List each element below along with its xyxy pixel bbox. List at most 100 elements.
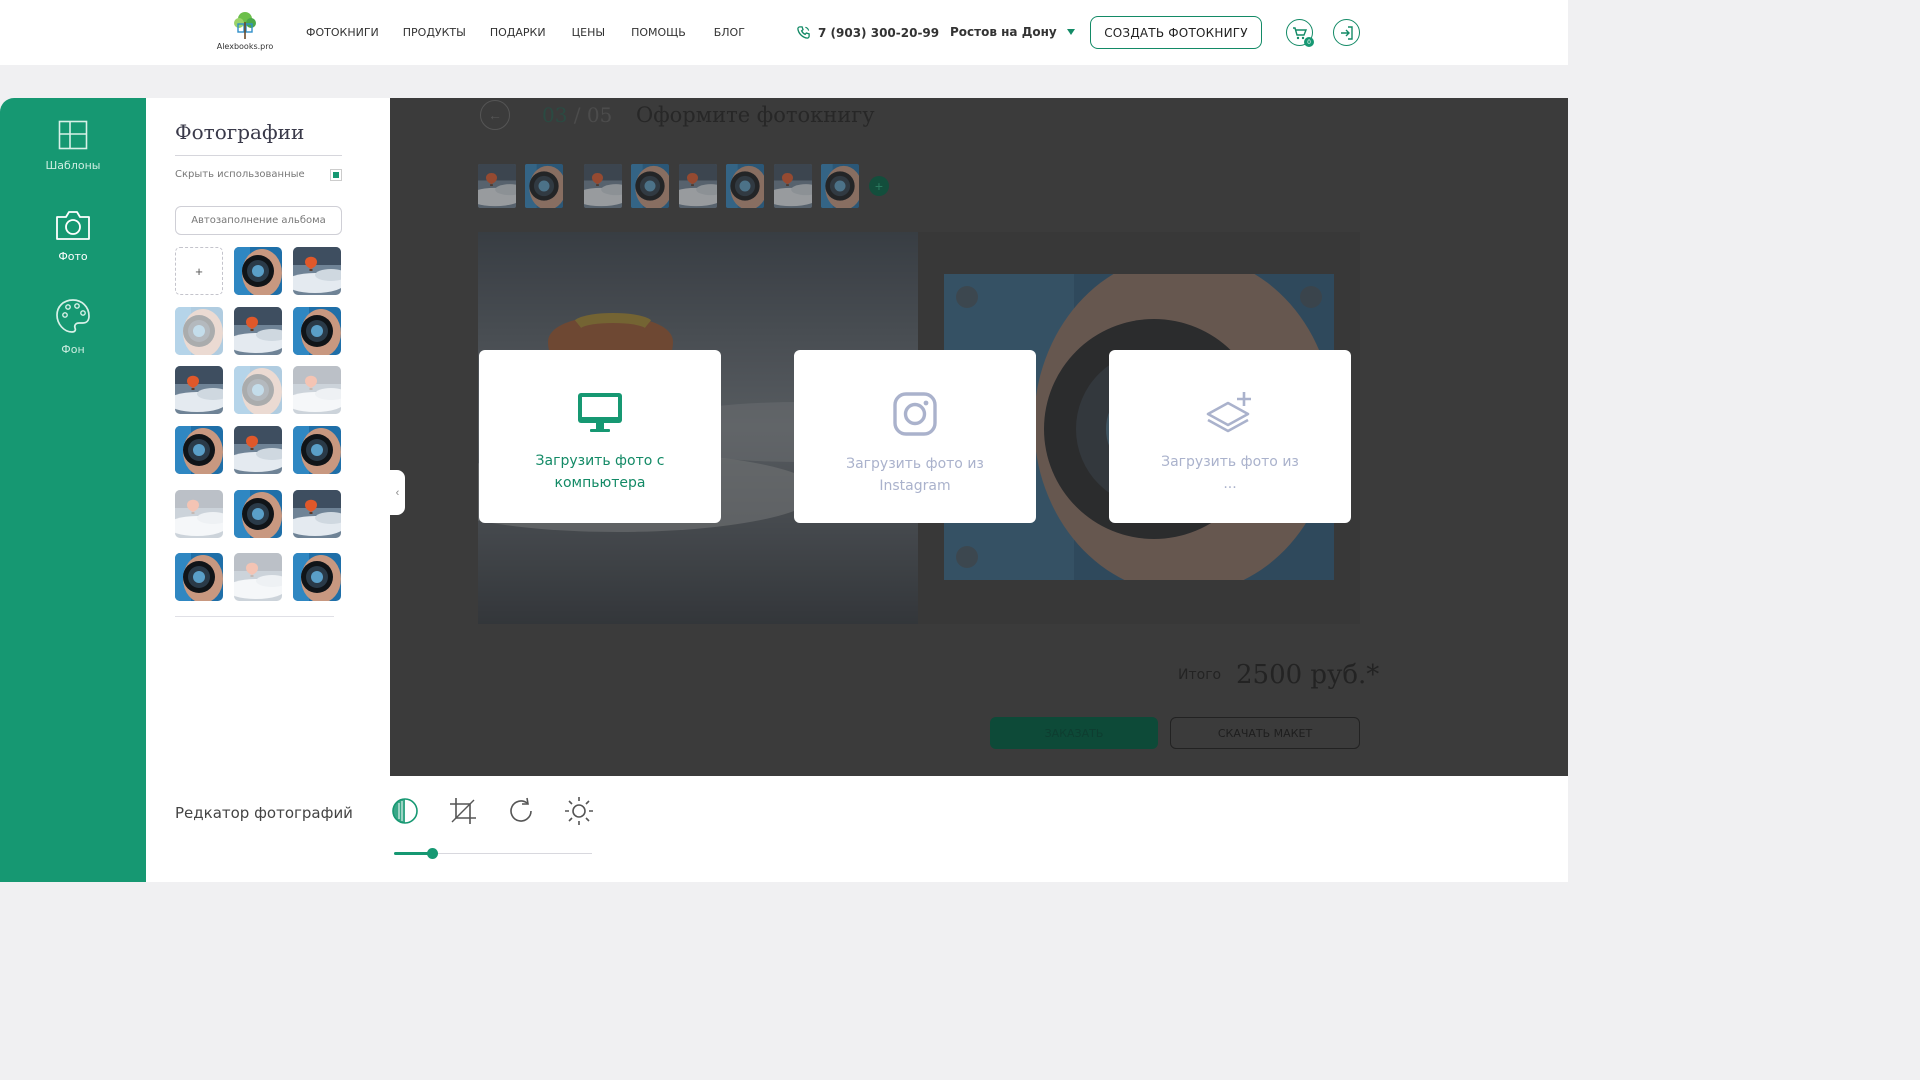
- page-thumbnail[interactable]: [726, 164, 764, 208]
- nav-products[interactable]: ПРОДУКТЫ: [403, 26, 466, 39]
- workspace-title: Оформите фотокнигу: [636, 103, 875, 127]
- page-thumbnail[interactable]: [584, 164, 622, 208]
- upload-card-line1: Загрузить фото из: [1161, 454, 1299, 470]
- photo-thumbnail-balloon[interactable]: [234, 553, 282, 601]
- logo[interactable]: Alexbooks.pro: [214, 10, 276, 56]
- photo-editor-bar: Редкатор фотографий: [146, 776, 1568, 882]
- nav-help[interactable]: ПОМОЩЬ: [631, 26, 686, 39]
- upload-from-instagram-card[interactable]: Загрузить фото из Instagram: [794, 350, 1036, 523]
- back-button[interactable]: ←: [480, 100, 510, 130]
- divider: [175, 155, 342, 156]
- layers-add-icon: [1206, 392, 1251, 433]
- photo-thumbnail-lens[interactable]: [175, 426, 223, 474]
- order-button[interactable]: ЗАКАЗАТЬ: [990, 717, 1158, 749]
- photo-thumbnail-lens[interactable]: [293, 307, 341, 355]
- contrast-tool-button[interactable]: [390, 796, 420, 826]
- photo-thumbnail-balloon[interactable]: [175, 366, 223, 414]
- photo-thumbnail-lens[interactable]: [293, 426, 341, 474]
- photo-thumbnail-balloon[interactable]: [234, 426, 282, 474]
- top-header: Alexbooks.pro ФОТОКНИГИ ПРОДУКТЫ ПОДАРКИ…: [0, 0, 1568, 65]
- photo-thumbnail-balloon[interactable]: [234, 307, 282, 355]
- upload-card-line1: Загрузить фото с: [535, 453, 665, 469]
- cart-button[interactable]: 0: [1286, 19, 1314, 47]
- page-thumbnail[interactable]: [478, 164, 516, 208]
- autofill-album-button[interactable]: Автозаполнение альбома: [175, 206, 342, 235]
- nav-photobooks[interactable]: ФОТОКНИГИ: [306, 26, 379, 39]
- photos-panel-title: Фотографии: [175, 120, 305, 144]
- cart-count-badge: 0: [1304, 37, 1314, 47]
- photo-thumbnail-balloon[interactable]: [293, 490, 341, 538]
- page-thumbnail[interactable]: [525, 164, 563, 208]
- rail-label-templates: Шаблоны: [45, 159, 101, 172]
- city-label: Ростов на Дону: [950, 25, 1057, 39]
- card-icon-wrap: [1109, 388, 1351, 440]
- trash-icon[interactable]: [1300, 286, 1322, 308]
- card-icon-wrap: [479, 392, 721, 434]
- city-select[interactable]: Ростов на Дону: [950, 25, 1075, 39]
- main-nav: ФОТОКНИГИ ПРОДУКТЫ ПОДАРКИ ЦЕНЫ ПОМОЩЬ Б…: [306, 26, 745, 39]
- upload-card-text: Загрузить фото с компьютера: [499, 450, 701, 494]
- create-photobook-button[interactable]: СОЗДАТЬ ФОТОКНИГУ: [1090, 16, 1262, 49]
- page-thumbnail[interactable]: [821, 164, 859, 208]
- photos-panel: Фотографии Скрыть использованные Автозап…: [146, 98, 390, 776]
- rail-item-templates[interactable]: Шаблоны: [0, 120, 146, 172]
- rail-label-photo: Фото: [58, 250, 88, 263]
- upload-card-line2: компьютера: [554, 475, 646, 491]
- photo-thumbnail-balloon[interactable]: [293, 366, 341, 414]
- step-total: 05: [586, 103, 613, 127]
- camera-icon: [56, 211, 90, 240]
- arrow-left-icon: ←: [488, 107, 502, 123]
- add-photo-tile[interactable]: +: [175, 247, 223, 295]
- nav-blog[interactable]: БЛОГ: [714, 26, 745, 39]
- add-page-button[interactable]: +: [869, 176, 889, 196]
- upload-from-other-card[interactable]: Загрузить фото из ...: [1109, 350, 1351, 523]
- instagram-icon: [893, 392, 937, 436]
- nav-prices[interactable]: ЦЕНЫ: [572, 26, 605, 39]
- download-layout-button[interactable]: СКАЧАТЬ МАКЕТ: [1170, 717, 1360, 749]
- contrast-icon: [392, 798, 418, 824]
- templates-icon: [58, 120, 88, 150]
- hide-used-checkbox[interactable]: [330, 169, 342, 181]
- step-separator: /: [567, 103, 587, 127]
- upload-from-computer-card[interactable]: Загрузить фото с компьютера: [479, 350, 721, 523]
- collapse-panel-tab[interactable]: ‹: [390, 470, 405, 515]
- total-price: 2500 руб.*: [1236, 660, 1380, 690]
- crop-tool-button[interactable]: [448, 796, 478, 826]
- monitor-icon: [578, 393, 622, 432]
- photo-thumbnail-lens[interactable]: [175, 553, 223, 601]
- rotate-icon: [510, 797, 532, 822]
- brightness-tool-button[interactable]: [564, 796, 594, 826]
- phone-icon: [797, 26, 810, 39]
- page-thumbnail[interactable]: [774, 164, 812, 208]
- rotate-tool-button[interactable]: [506, 796, 536, 826]
- adjust-slider-handle[interactable]: [426, 848, 438, 859]
- rail-item-photo[interactable]: Фото: [0, 209, 146, 263]
- rail-item-background[interactable]: Фон: [0, 298, 146, 356]
- photo-thumbnail-lens[interactable]: [234, 366, 282, 414]
- photo-thumbnail-lens[interactable]: [293, 553, 341, 601]
- phone-link[interactable]: 7 (903) 300-20-99: [796, 25, 939, 40]
- page-thumbnail[interactable]: [679, 164, 717, 208]
- nav-gifts[interactable]: ПОДАРКИ: [490, 26, 546, 39]
- total-label: Итого: [1178, 667, 1222, 683]
- photo-thumbnail-lens[interactable]: [234, 490, 282, 538]
- upload-card-line1: Загрузить фото из: [846, 456, 984, 472]
- photo-thumbnail-lens[interactable]: [175, 307, 223, 355]
- logo-text: Alexbooks.pro: [216, 42, 274, 51]
- resize-icon[interactable]: [956, 546, 978, 568]
- rotate-photo-icon[interactable]: [956, 286, 978, 308]
- photo-thumbnail-lens[interactable]: [234, 247, 282, 295]
- dropdown-triangle-icon: [1066, 29, 1075, 35]
- photo-thumbnail-balloon[interactable]: [175, 490, 223, 538]
- upload-card-text: Загрузить фото из Instagram: [814, 453, 1016, 497]
- upload-card-text: Загрузить фото из ...: [1129, 451, 1331, 495]
- phone-number: 7 (903) 300-20-99: [818, 25, 940, 40]
- hide-used-label: Скрыть использованные: [175, 169, 305, 180]
- upload-card-line2: Instagram: [879, 478, 951, 494]
- page-thumbnail[interactable]: [631, 164, 669, 208]
- login-button[interactable]: [1333, 19, 1360, 46]
- crop-icon: [450, 798, 476, 824]
- tree-logo-icon: [234, 12, 256, 39]
- photo-thumbnail-balloon[interactable]: [293, 247, 341, 295]
- step-indicator: 03 / 05: [542, 103, 612, 127]
